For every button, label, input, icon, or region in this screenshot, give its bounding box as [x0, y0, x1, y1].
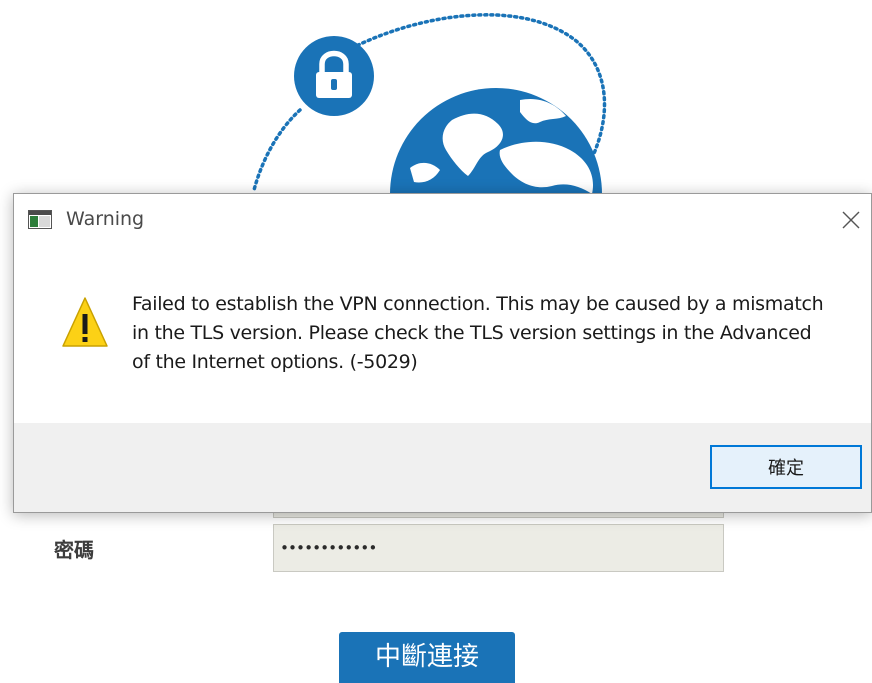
orbit-dotted-path-left [252, 108, 302, 192]
close-icon[interactable] [837, 206, 865, 234]
ok-button[interactable]: 確定 [710, 445, 862, 489]
dialog-message: Failed to establish the VPN connection. … [132, 293, 824, 373]
window-app-icon [28, 210, 52, 229]
warning-icon [62, 297, 108, 347]
dialog-titlebar[interactable]: Warning [14, 194, 871, 246]
password-label: 密碼 [54, 538, 94, 562]
disconnect-button[interactable]: 中斷連接 [339, 632, 515, 683]
lock-icon [294, 36, 374, 116]
dialog-footer: 確定 [14, 423, 871, 512]
warning-dialog: Warning Failed to establish the VPN conn… [13, 193, 872, 513]
dialog-title: Warning [66, 208, 145, 230]
vpn-client-window: 密碼 •••••••••••• 中斷連接 Warning Failed to e… [0, 0, 872, 683]
password-field[interactable]: •••••••••••• [273, 524, 724, 572]
